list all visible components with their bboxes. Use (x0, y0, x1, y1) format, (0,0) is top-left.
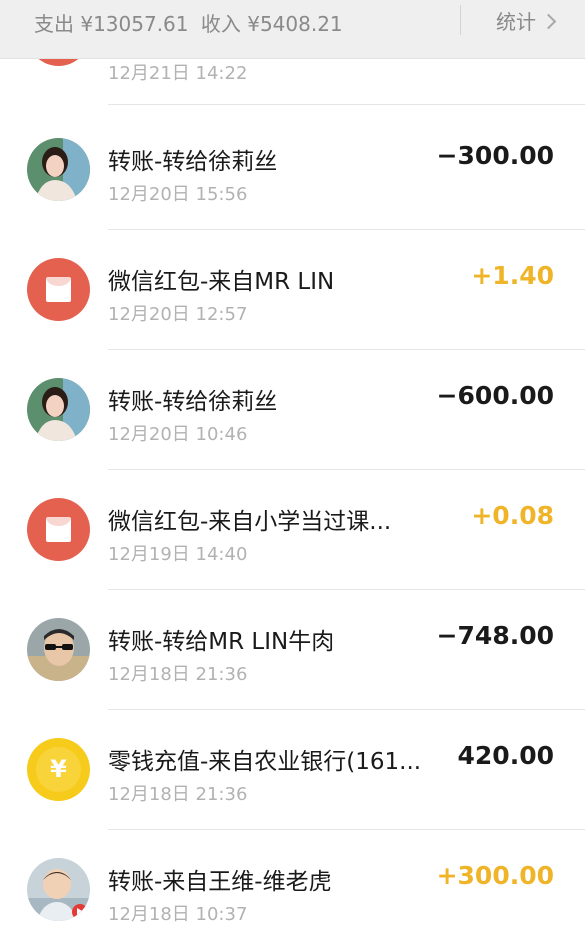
summary-totals: 支出 ¥13057.61 收入 ¥5408.21 (34, 8, 349, 37)
red-envelope-icon (27, 258, 90, 321)
bill-screen: 12月21日 14:22 转账-转给徐莉丝 12月20日 15:56 −300.… (0, 0, 585, 945)
transaction-row[interactable]: 转账-转给徐莉丝 12月20日 10:46 −600.00 (0, 350, 585, 470)
transaction-time: 12月19日 14:40 (108, 544, 248, 565)
transaction-amount: −600.00 (436, 381, 554, 410)
transaction-time: 12月20日 12:57 (108, 304, 248, 325)
stats-button[interactable]: 统计 (496, 6, 557, 35)
transaction-title: 转账-转给徐莉丝 (108, 389, 278, 415)
transaction-row[interactable]: 转账-来自王维-维老虎 12月18日 10:37 +300.00 (0, 830, 585, 945)
transaction-row[interactable]: 转账-转给徐莉丝 12月20日 15:56 −300.00 (0, 110, 585, 230)
divider (460, 5, 461, 35)
transaction-row[interactable]: 转账-转给MR LIN牛肉 12月18日 21:36 −748.00 (0, 590, 585, 710)
transaction-row[interactable]: ¥ 零钱充值-来自农业银行(161... 12月18日 21:36 420.00 (0, 710, 585, 830)
transaction-title: 转账-转给徐莉丝 (108, 149, 278, 175)
expense-total: 支出 ¥13057.61 (34, 12, 189, 36)
transaction-title: 微信红包-来自小学当过课... (108, 509, 392, 535)
income-total: 收入 ¥5408.21 (200, 12, 343, 36)
transaction-title: 零钱充值-来自农业银行(161... (108, 749, 422, 775)
transaction-time: 12月18日 21:36 (108, 784, 248, 805)
transaction-amount: 420.00 (457, 741, 554, 770)
transaction-title: 微信红包-来自MR LIN (108, 269, 335, 295)
yuan-coin-icon: ¥ (27, 738, 90, 801)
transaction-amount: +300.00 (436, 861, 554, 890)
summary-header: 支出 ¥13057.61 收入 ¥5408.21 统计 (0, 0, 585, 59)
transaction-title: 转账-转给MR LIN牛肉 (108, 629, 335, 655)
transaction-amount: +0.08 (471, 501, 554, 530)
chevron-right-icon (540, 13, 557, 29)
transaction-amount: −748.00 (436, 621, 554, 650)
transaction-time: 12月18日 10:37 (108, 904, 248, 925)
transaction-time: 12月18日 21:36 (108, 664, 248, 685)
transaction-time: 12月20日 15:56 (108, 184, 248, 205)
avatar (27, 618, 90, 681)
avatar (27, 138, 90, 201)
transaction-time: 12月21日 14:22 (108, 63, 248, 84)
avatar (27, 858, 90, 921)
transaction-amount: +1.40 (471, 261, 554, 290)
transaction-time: 12月20日 10:46 (108, 424, 248, 445)
transaction-row[interactable]: 微信红包-来自MR LIN 12月20日 12:57 +1.40 (0, 230, 585, 350)
transaction-title: 转账-来自王维-维老虎 (108, 869, 332, 895)
avatar (27, 378, 90, 441)
transaction-amount: −300.00 (436, 141, 554, 170)
stats-label: 统计 (496, 10, 536, 34)
transaction-row[interactable]: 微信红包-来自小学当过课... 12月19日 14:40 +0.08 (0, 470, 585, 590)
red-envelope-icon (27, 498, 90, 561)
